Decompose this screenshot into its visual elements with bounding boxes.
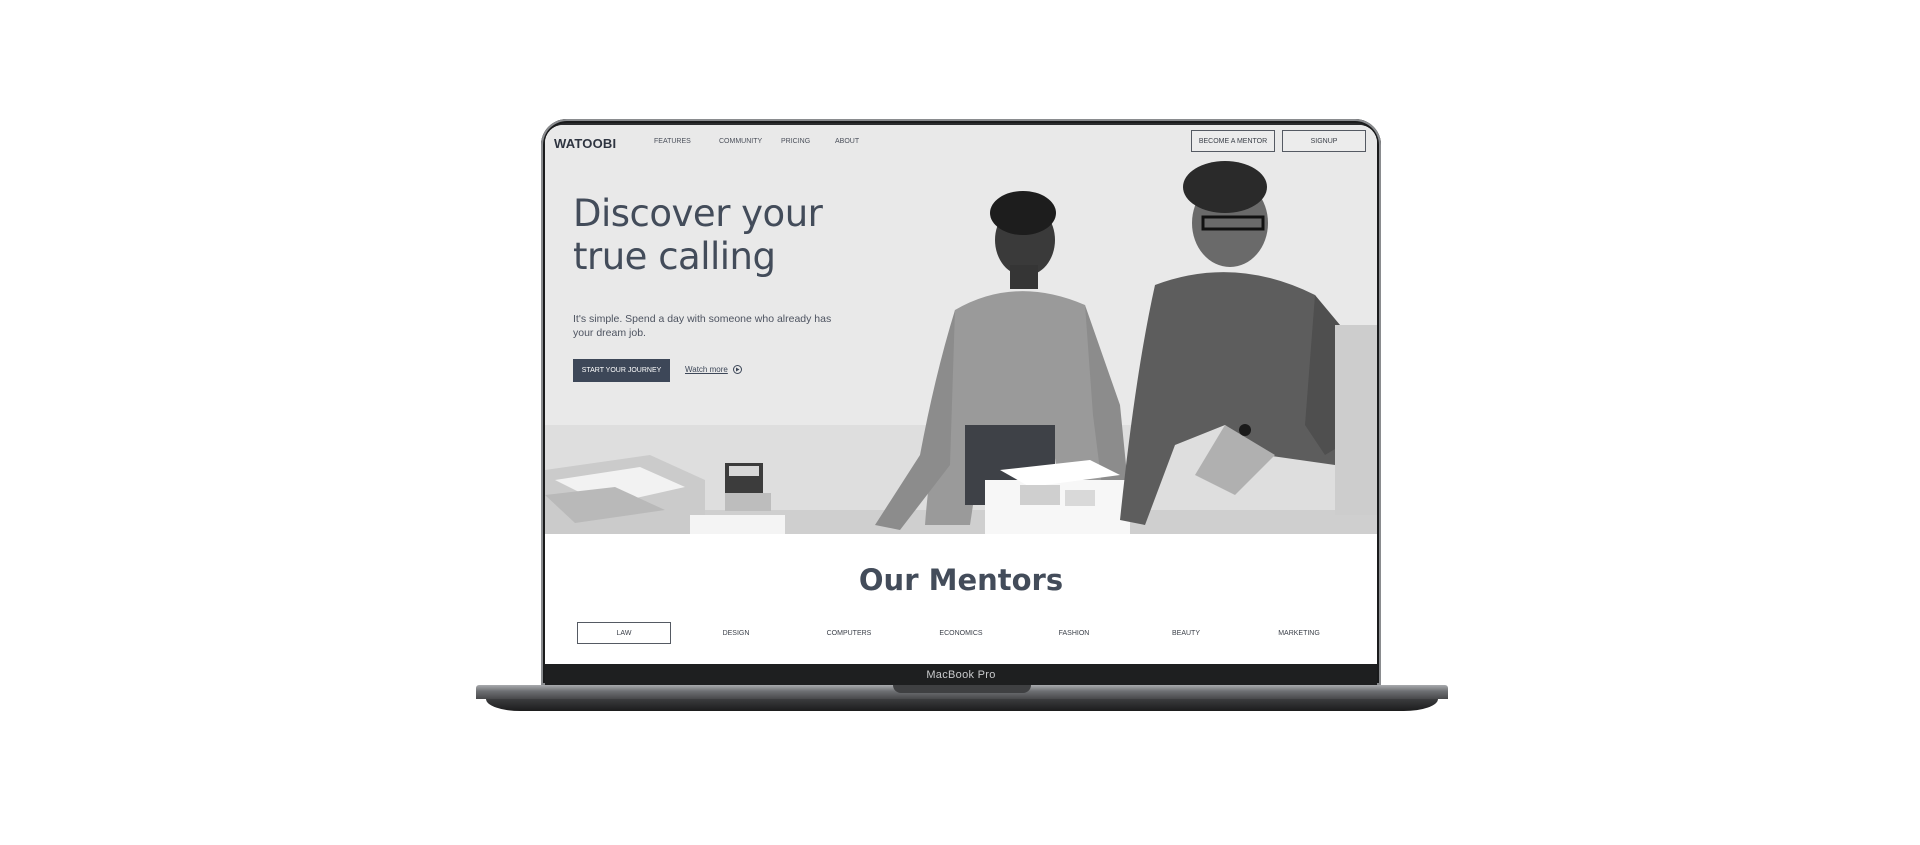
tab-computers[interactable]: COMPUTERS xyxy=(802,622,896,644)
play-circle-icon xyxy=(732,365,742,374)
tab-marketing[interactable]: MARKETING xyxy=(1252,622,1346,644)
tab-law[interactable]: LAW xyxy=(577,622,671,644)
top-navbar: WATOOBI FEATURES COMMUNITY PRICING ABOUT… xyxy=(545,125,1377,159)
laptop-chin: MacBook Pro xyxy=(545,664,1377,685)
laptop-thumb-notch xyxy=(893,685,1031,693)
nav-link-pricing[interactable]: PRICING xyxy=(781,138,810,145)
nav-link-community[interactable]: COMMUNITY xyxy=(719,138,762,145)
tab-beauty[interactable]: BEAUTY xyxy=(1139,622,1233,644)
mentors-title: Our Mentors xyxy=(858,563,1064,597)
watch-more-link[interactable]: Watch more xyxy=(685,365,742,374)
device-label: MacBook Pro xyxy=(926,668,996,681)
nav-link-features[interactable]: FEATURES xyxy=(654,138,691,145)
hero-subtitle: It's simple. Spend a day with someone wh… xyxy=(573,313,832,339)
nav-link-about[interactable]: ABOUT xyxy=(835,138,859,145)
laptop-screen: WATOOBI FEATURES COMMUNITY PRICING ABOUT… xyxy=(545,125,1377,664)
start-journey-button[interactable]: START YOUR JOURNEY xyxy=(573,359,670,382)
watch-more-label: Watch more xyxy=(685,365,728,374)
tab-economics[interactable]: ECONOMICS xyxy=(914,622,1008,644)
brand-logo[interactable]: WATOOBI xyxy=(554,136,616,151)
laptop-base-bottom xyxy=(486,699,1438,711)
tab-design[interactable]: DESIGN xyxy=(689,622,783,644)
signup-button[interactable]: SIGNUP xyxy=(1282,130,1366,152)
hero-section: WATOOBI FEATURES COMMUNITY PRICING ABOUT… xyxy=(545,125,1377,534)
hero-title: Discover your true calling xyxy=(573,192,823,278)
become-mentor-button[interactable]: BECOME A MENTOR xyxy=(1191,130,1275,152)
tab-fashion[interactable]: FASHION xyxy=(1027,622,1121,644)
